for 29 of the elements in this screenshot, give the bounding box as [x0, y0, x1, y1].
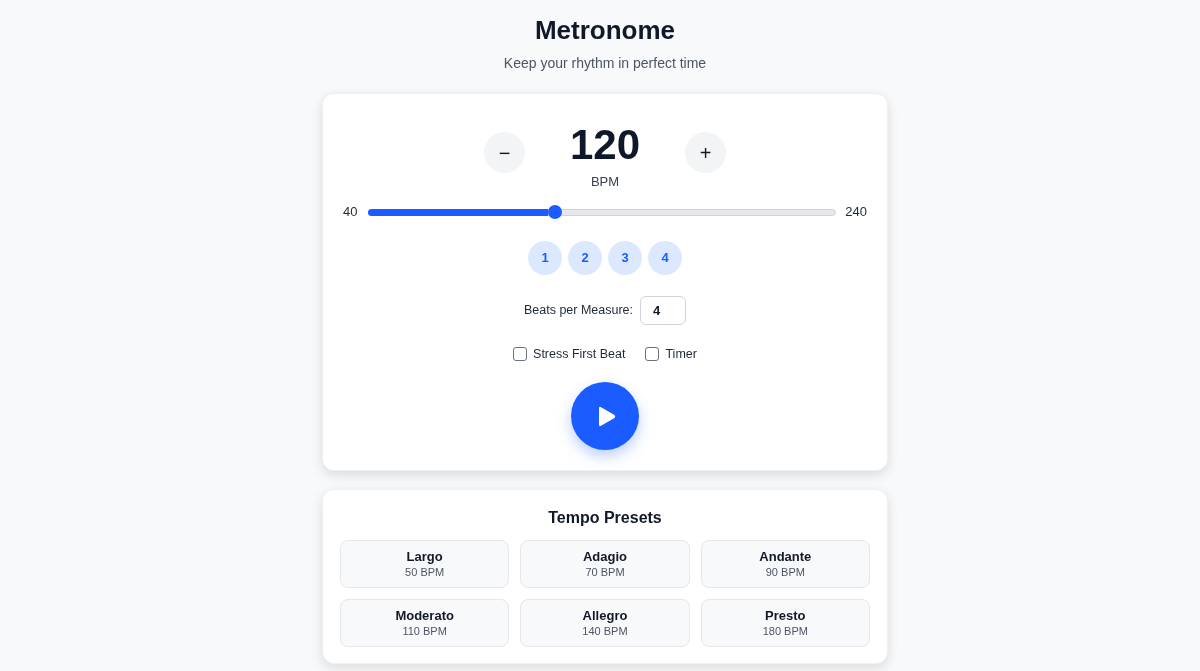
option-label: Stress First Beat [533, 345, 626, 363]
tempo-slider[interactable] [368, 208, 836, 216]
preset-button[interactable]: Presto 180 BPM [700, 599, 870, 647]
beat-indicator: 3 [608, 241, 642, 275]
checkbox[interactable] [645, 347, 660, 361]
beat-indicator: 1 [528, 241, 562, 275]
beats-per-measure-label: Beats per Measure: [523, 302, 634, 320]
preset-button[interactable]: Andante 90 BPM [700, 540, 870, 588]
tempo-value: 120 [569, 121, 641, 169]
preset-button[interactable]: Allegro 140 BPM [520, 599, 690, 647]
slider-max-label: 240 [844, 203, 867, 222]
preset-button[interactable]: Moderato 110 BPM [340, 599, 510, 647]
play-button[interactable] [571, 382, 639, 450]
decrease-button[interactable]: − [484, 132, 525, 173]
beat-indicator: 4 [648, 241, 682, 275]
preset-button[interactable]: Largo 50 BPM [340, 540, 510, 588]
presets-title: Tempo Presets [548, 508, 662, 528]
beat-indicator: 2 [568, 241, 602, 275]
beats-per-measure-field[interactable]: 4 [640, 296, 687, 325]
slider-min-label: 40 [343, 203, 359, 222]
play-icon [597, 405, 616, 427]
page-title: Metronome [534, 14, 676, 46]
page-subtitle: Keep your rhythm in perfect time [503, 54, 707, 73]
option-label: Timer [665, 345, 697, 363]
tempo-unit: BPM [590, 173, 620, 191]
checkbox[interactable] [513, 347, 528, 361]
slider-thumb[interactable] [548, 204, 563, 219]
preset-button[interactable]: Adagio 70 BPM [520, 540, 690, 588]
increase-button[interactable]: + [685, 132, 726, 173]
